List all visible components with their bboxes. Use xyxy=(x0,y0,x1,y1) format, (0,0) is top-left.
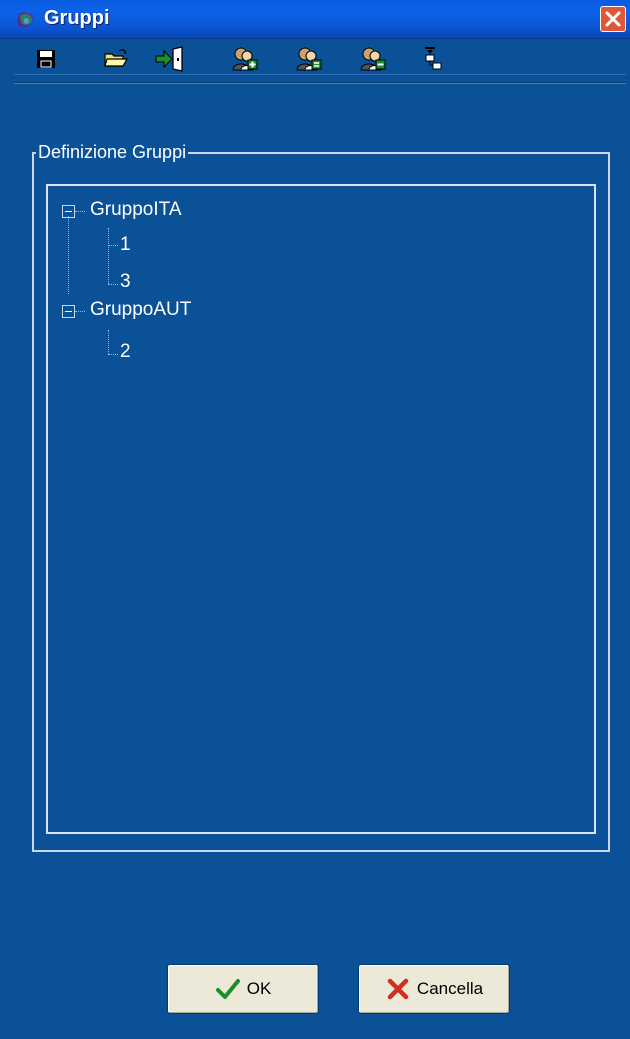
ok-button-label: OK xyxy=(246,979,272,998)
exit-button[interactable] xyxy=(154,44,186,74)
tree-connector xyxy=(75,211,85,212)
tree-connector xyxy=(108,354,118,355)
cross-icon xyxy=(387,978,409,1000)
close-button[interactable] xyxy=(600,6,626,32)
tree-connector xyxy=(108,228,109,284)
tree-connector xyxy=(75,311,85,312)
groupbox-label: Definizione Gruppi xyxy=(36,140,189,164)
tree-node-item[interactable]: 1 xyxy=(120,233,131,257)
open-button[interactable] xyxy=(100,44,132,74)
cancel-button-label: Cancella xyxy=(416,979,484,998)
app-logo-icon xyxy=(17,12,33,27)
collapse-toggle-icon[interactable] xyxy=(62,305,75,318)
open-folder-icon xyxy=(104,49,129,67)
tree-node-group[interactable]: GruppoAUT xyxy=(90,298,191,322)
tree-connector xyxy=(108,330,109,354)
tree-structure-icon xyxy=(425,47,442,70)
ok-button[interactable]: OK xyxy=(167,964,319,1014)
close-icon xyxy=(605,11,621,27)
toolbar xyxy=(14,44,626,75)
window-title: Gruppi xyxy=(44,7,110,29)
cancel-button[interactable]: Cancella xyxy=(358,964,510,1014)
toolbar-separator xyxy=(14,82,626,84)
tree-node-group[interactable]: GruppoITA xyxy=(90,198,182,222)
tree-structure-button[interactable] xyxy=(416,44,448,74)
tree-node-item[interactable]: 3 xyxy=(120,270,131,294)
title-bar[interactable]: Gruppi xyxy=(0,0,630,39)
users-add-icon xyxy=(232,47,258,71)
collapse-toggle-icon[interactable] xyxy=(62,205,75,218)
add-group-button[interactable] xyxy=(228,44,260,74)
tree-connector xyxy=(108,245,118,246)
users-remove-icon xyxy=(360,47,386,71)
users-edit-icon xyxy=(296,47,322,71)
tree-node-item[interactable]: 2 xyxy=(120,340,131,364)
checkmark-icon xyxy=(215,979,240,999)
tree-connector xyxy=(68,216,69,294)
remove-group-button[interactable] xyxy=(356,44,388,74)
edit-group-button[interactable] xyxy=(292,44,324,74)
floppy-disk-icon xyxy=(37,50,55,68)
exit-door-icon xyxy=(155,46,183,72)
tree-connector xyxy=(108,284,118,285)
save-button[interactable] xyxy=(30,44,62,74)
